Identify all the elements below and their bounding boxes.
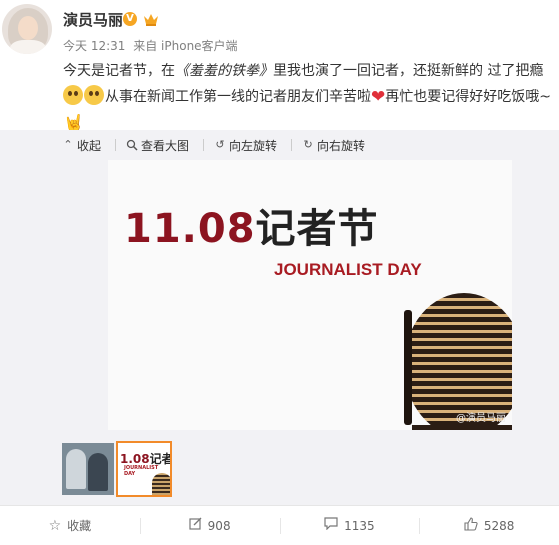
star-icon: ☆ (48, 517, 62, 534)
repost-button[interactable]: 908 (139, 506, 280, 545)
post-source[interactable]: 来自 iPhone客户端 (133, 39, 237, 53)
flushed-face-emoji-icon (84, 85, 104, 105)
favorite-button[interactable]: ☆ 收藏 (0, 506, 140, 545)
crazy-face-emoji-icon (63, 85, 83, 105)
post-text-part4: 再忙也要记得好好吃饭哦~ (385, 89, 551, 105)
verified-badge-icon: V (123, 12, 137, 26)
image-headline-date: 11.08 (124, 206, 256, 252)
image-subtitle: JOURNALIST DAY (274, 260, 422, 279)
rotate-right-icon: ↻ (303, 138, 313, 151)
like-count: 5288 (483, 518, 515, 533)
arrow-up-icon: ⌃ (63, 138, 73, 151)
thumb-headline-date: 1.08 (120, 452, 150, 466)
view-large-label: 查看大图 (141, 138, 190, 153)
rotate-right-label: 向右旋转 (317, 138, 366, 153)
post-time[interactable]: 今天 12:31 (63, 39, 125, 53)
thumbnail-2-selected[interactable]: 1.08记者节 JOURNALIST DAY (116, 441, 172, 497)
movie-title: 《羞羞的铁拳》 (175, 63, 273, 79)
thumb-headline-cn: 记者节 (149, 452, 170, 466)
comment-icon (324, 517, 338, 534)
favorite-label: 收藏 (67, 519, 92, 533)
heart-emoji-icon: ❤ (371, 87, 386, 107)
post-header: 演员马丽 V 今天 12:31 来自 iPhone客户端 今天是记者节，在《羞羞… (0, 0, 559, 134)
post-text-part3: 从事在新闻工作第一线的记者朋友们辛苦啦 (105, 89, 371, 105)
rotate-left-icon: ↺ (215, 138, 225, 151)
view-large-button[interactable]: 查看大图 (126, 136, 189, 154)
rotate-left-button[interactable]: ↺ 向左旋转 (214, 136, 277, 154)
avatar[interactable] (2, 4, 52, 54)
thumbs-up-icon (464, 516, 478, 535)
post-text-part1: 今天是记者节，在 (63, 63, 175, 79)
post-meta: 今天 12:31 来自 iPhone客户端 (63, 37, 238, 54)
username[interactable]: 演员马丽 (63, 9, 123, 30)
like-button[interactable]: 5288 (419, 506, 559, 545)
comment-count: 1135 (344, 518, 375, 533)
image-toolbar: ⌃ 收起 查看大图 ↺ 向左旋转 ↻ 向右旋转 (62, 136, 379, 154)
action-bar: ☆ 收藏 908 1135 5288 (0, 505, 559, 545)
repost-icon (189, 517, 202, 534)
image-headline-cn: 记者节 (255, 206, 379, 252)
collapse-label: 收起 (77, 138, 102, 153)
repost-count: 908 (207, 518, 231, 533)
post-text-part2: 里我也演了一回记者，还挺新鲜的 过了把瘾 (273, 63, 544, 79)
magnifier-icon (126, 139, 138, 151)
collapse-button[interactable]: ⌃ 收起 (62, 136, 101, 154)
post-main-image[interactable]: 11.08记者节 JOURNALIST DAY @演员马丽 (108, 160, 512, 430)
thumbnail-1[interactable] (62, 443, 114, 495)
post-text: 今天是记者节，在《羞羞的铁拳》里我也演了一回记者，还挺新鲜的 过了把瘾 从事在新… (63, 58, 553, 137)
rotate-right-button[interactable]: ↻ 向右旋转 (302, 136, 365, 154)
comment-button[interactable]: 1135 (279, 506, 420, 545)
member-crown-icon[interactable] (143, 12, 159, 26)
image-watermark: @演员马丽 (456, 413, 506, 424)
image-headline: 11.08记者节 (124, 196, 379, 254)
rotate-left-label: 向左旋转 (229, 138, 278, 153)
media-panel: ⌃ 收起 查看大图 ↺ 向左旋转 ↻ 向右旋转 11.08记者节 JOURNAL… (0, 130, 559, 505)
